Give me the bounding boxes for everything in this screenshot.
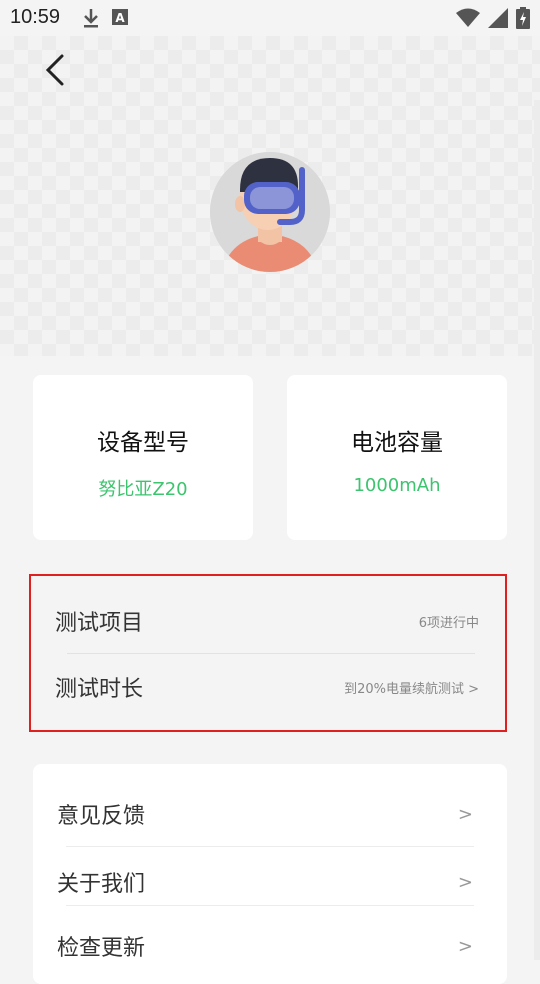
chevron-right-icon: > <box>457 871 473 893</box>
menu-item-label: 意见反馈 <box>57 804 146 829</box>
signal-icon <box>488 8 508 32</box>
divider <box>66 846 474 847</box>
test-items-row[interactable]: 测试项目 6项进行中 <box>31 588 505 654</box>
svg-text:A: A <box>115 11 125 25</box>
back-button[interactable] <box>40 52 72 88</box>
menu-item-about-us[interactable]: 关于我们 > <box>33 852 507 912</box>
test-info-panel: 测试项目 6项进行中 测试时长 到20%电量续航测试 > <box>29 574 507 732</box>
wifi-icon <box>456 8 480 32</box>
status-icons-right <box>456 7 530 33</box>
download-icon <box>82 8 100 32</box>
test-duration-label: 测试时长 <box>55 677 144 702</box>
device-model-card: 设备型号 努比亚Z20 <box>33 375 253 540</box>
chevron-right-icon: > <box>457 803 473 825</box>
avatar <box>210 152 330 272</box>
settings-menu: 意见反馈 > 关于我们 > 检查更新 > <box>33 764 507 984</box>
scrollbar[interactable] <box>534 100 540 960</box>
chevron-right-icon: > <box>457 935 473 957</box>
test-duration-value: 到20%电量续航测试 > <box>344 681 479 697</box>
device-model-title: 设备型号 <box>97 430 189 456</box>
diver-avatar-icon <box>210 152 330 272</box>
status-icons-left: A <box>82 8 128 32</box>
battery-capacity-card: 电池容量 1000mAh <box>287 375 507 540</box>
status-time: 10:59 <box>10 6 61 28</box>
status-bar: 10:59 A <box>0 0 540 36</box>
test-items-label: 测试项目 <box>55 611 144 636</box>
chevron-left-icon <box>45 54 64 86</box>
test-duration-row[interactable]: 测试时长 到20%电量续航测试 > <box>31 654 505 720</box>
menu-item-feedback[interactable]: 意见反馈 > <box>33 784 507 844</box>
menu-item-label: 关于我们 <box>57 872 146 897</box>
device-model-value: 努比亚Z20 <box>98 479 188 500</box>
app-a-icon: A <box>112 8 128 32</box>
menu-item-label: 检查更新 <box>57 936 146 961</box>
divider <box>66 905 474 906</box>
battery-charging-icon <box>516 7 530 33</box>
test-items-value: 6项进行中 <box>418 615 479 631</box>
menu-item-check-update[interactable]: 检查更新 > <box>33 916 507 976</box>
battery-capacity-title: 电池容量 <box>351 430 443 456</box>
battery-capacity-value: 1000mAh <box>353 475 441 496</box>
